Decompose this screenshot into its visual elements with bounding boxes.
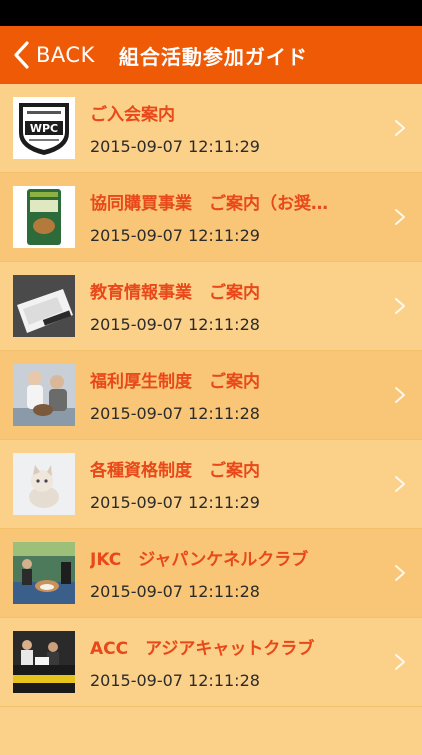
documents-photo-thumbnail: [13, 275, 75, 337]
wpc-logo-text: WPC: [30, 122, 58, 135]
item-title: ご入会案内: [90, 105, 175, 125]
list-filler: [0, 707, 422, 755]
chevron-right-icon: [395, 120, 405, 136]
cat-show-photo-thumbnail: [13, 631, 75, 693]
list-item[interactable]: WPC ご入会案内 2015-09-07 12:11:29: [0, 84, 422, 173]
dog-show-photo-thumbnail: [13, 542, 75, 604]
back-button[interactable]: BACK: [0, 26, 95, 84]
vet-photo-thumbnail: [13, 364, 75, 426]
status-bar: [0, 0, 422, 26]
chevron-right-icon: [395, 298, 405, 314]
item-title: 教育情報事業 ご案内: [90, 283, 260, 303]
dog-food-bag-thumbnail: [13, 186, 75, 248]
chevron-right-icon: [395, 209, 405, 225]
item-title: 協同購買事業 ご案内（お奨…: [90, 194, 328, 214]
item-date: 2015-09-07 12:11:28: [90, 582, 260, 601]
item-date: 2015-09-07 12:11:28: [90, 404, 260, 423]
page-title: 組合活動参加ガイド: [118, 44, 308, 69]
item-date: 2015-09-07 12:11:29: [90, 493, 260, 512]
chevron-right-icon: [395, 654, 405, 670]
item-date: 2015-09-07 12:11:28: [90, 315, 260, 334]
chevron-right-icon: [395, 476, 405, 492]
chevron-left-icon: [14, 41, 29, 69]
list-item[interactable]: ACC アジアキャットクラブ 2015-09-07 12:11:28: [0, 618, 422, 707]
item-date: 2015-09-07 12:11:29: [90, 137, 260, 156]
guide-list: WPC ご入会案内 2015-09-07 12:11:29 協同購買事業 ご案内…: [0, 84, 422, 755]
item-title: JKC ジャパンケネルクラブ: [90, 550, 309, 570]
chevron-right-icon: [395, 387, 405, 403]
list-item[interactable]: 協同購買事業 ご案内（お奨… 2015-09-07 12:11:29: [0, 173, 422, 262]
list-item[interactable]: JKC ジャパンケネルクラブ 2015-09-07 12:11:28: [0, 529, 422, 618]
navigation-bar: BACK 組合活動参加ガイド: [0, 26, 422, 84]
list-item[interactable]: 福利厚生制度 ご案内 2015-09-07 12:11:28: [0, 351, 422, 440]
kitten-photo-thumbnail: [13, 453, 75, 515]
list-item[interactable]: 各種資格制度 ご案内 2015-09-07 12:11:29: [0, 440, 422, 529]
list-item[interactable]: 教育情報事業 ご案内 2015-09-07 12:11:28: [0, 262, 422, 351]
item-title: ACC アジアキャットクラブ: [90, 639, 315, 659]
item-date: 2015-09-07 12:11:28: [90, 671, 260, 690]
wpc-logo-thumbnail: WPC: [13, 97, 75, 159]
chevron-right-icon: [395, 565, 405, 581]
item-title: 福利厚生制度 ご案内: [90, 372, 260, 392]
item-date: 2015-09-07 12:11:29: [90, 226, 260, 245]
item-title: 各種資格制度 ご案内: [90, 461, 260, 481]
back-label: BACK: [36, 43, 95, 67]
